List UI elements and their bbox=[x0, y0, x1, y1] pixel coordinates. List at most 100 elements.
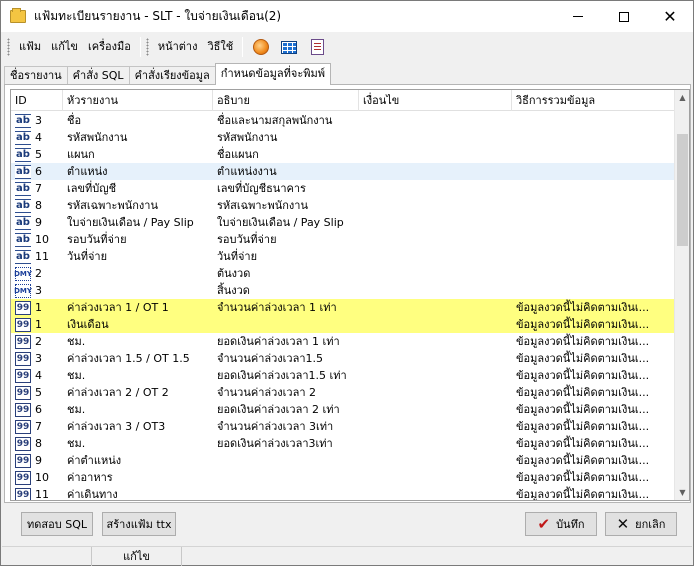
minimize-button[interactable] bbox=[555, 1, 601, 32]
text-field-icon: ab bbox=[15, 249, 31, 264]
cell-id: 99 3 bbox=[11, 350, 63, 367]
column-header-aggregation[interactable]: วิธีการรวมข้อมูล bbox=[512, 90, 676, 111]
table-row[interactable]: ab 4 รหัสพนักงาน รหัสพนักงาน bbox=[11, 129, 676, 146]
create-ttx-button[interactable]: สร้างแฟ้ม ttx bbox=[102, 512, 176, 536]
cell-id: ab 9 bbox=[11, 214, 63, 231]
cell-id: 99 7 bbox=[11, 418, 63, 435]
cell-title: ชม. bbox=[67, 335, 86, 348]
close-icon: ✕ bbox=[663, 7, 677, 26]
test-sql-button[interactable]: ทดสอบ SQL bbox=[21, 512, 93, 536]
cell-id: 99 4 bbox=[11, 367, 63, 384]
cell-title: รหัสเฉพาะพนักงาน bbox=[67, 199, 158, 212]
scroll-thumb[interactable] bbox=[677, 134, 688, 246]
column-header-id[interactable]: ID bbox=[11, 90, 63, 111]
tab-sql[interactable]: คำสั่ง SQL bbox=[66, 66, 130, 85]
cell-id: ab 5 bbox=[11, 146, 63, 163]
test-sql-label: ทดสอบ SQL bbox=[27, 518, 87, 531]
cell-id: 99 2 bbox=[11, 333, 63, 350]
save-button[interactable]: ✔ บันทึก bbox=[525, 512, 597, 536]
tab-report-name[interactable]: ชื่อรายงาน bbox=[4, 66, 68, 85]
cell-id: ab 10 bbox=[11, 231, 63, 248]
menu-file[interactable]: แฟ้ม bbox=[14, 37, 46, 57]
menu-toolbar: แฟ้ม แก้ไข เครื่องมือ หน้าต่าง วิธีใช้ bbox=[2, 33, 692, 61]
table-row[interactable]: 99 8 ชม. ยอดเงินค่าล่วงเวลา3เท่า ข้อมูลงวดนี… bbox=[11, 435, 676, 452]
window-title: แฟ้มทะเบียนรายงาน - SLT - ใบจ่ายเงินเดือ… bbox=[34, 9, 282, 23]
table-row[interactable]: ab 9 ใบจ่ายเงินเดือน / Pay Slip ใบจ่ายเงินเ… bbox=[11, 214, 676, 231]
status-panel-left bbox=[2, 547, 92, 566]
row-id: 1 bbox=[35, 301, 42, 314]
scroll-down-icon[interactable]: ▼ bbox=[675, 485, 689, 500]
table-row[interactable]: ab 7 เลขที่บัญชี เลขที่บัญชีธนาคาร bbox=[11, 180, 676, 197]
column-header-condition[interactable]: เงื่อนไข bbox=[359, 90, 512, 111]
number-field-icon: 99 bbox=[15, 368, 31, 383]
tab-sort[interactable]: คำสั่งเรียงข้อมูล bbox=[128, 66, 216, 85]
cell-description: รหัสพนักงาน bbox=[217, 131, 278, 144]
number-field-icon: 99 bbox=[15, 317, 31, 332]
table-row[interactable]: ab 3 ชื่อ ชื่อและนามสกุลพนักงาน bbox=[11, 112, 676, 129]
row-id: 3 bbox=[35, 352, 42, 365]
table-row[interactable]: ab 10 รอบวันที่จ่าย รอบวันที่จ่าย bbox=[11, 231, 676, 248]
menu-window[interactable]: หน้าต่าง bbox=[153, 37, 203, 57]
vertical-scrollbar[interactable]: ▲ ▼ bbox=[674, 90, 689, 500]
cell-title: วันที่จ่าย bbox=[67, 250, 108, 263]
row-id: 2 bbox=[35, 335, 42, 348]
cell-title: ค่าล่วงเวลา 1 / OT 1 bbox=[67, 301, 169, 314]
cell-description: สิ้นงวด bbox=[217, 284, 250, 297]
row-id: 4 bbox=[35, 369, 42, 382]
grid-button[interactable] bbox=[279, 37, 299, 57]
menu-help[interactable]: วิธีใช้ bbox=[202, 37, 238, 57]
table-row[interactable]: 99 10 ค่าอาหาร ข้อมูลงวดนี้ไม่คิดตามเงินเ..… bbox=[11, 469, 676, 486]
text-field-icon: ab bbox=[15, 232, 31, 247]
cell-title: รหัสพนักงาน bbox=[67, 131, 128, 144]
number-field-icon: 99 bbox=[15, 470, 31, 485]
tab-strip: ชื่อรายงาน คำสั่ง SQL คำสั่งเรียงข้อมูล … bbox=[4, 63, 332, 85]
scroll-up-icon[interactable]: ▲ bbox=[675, 90, 689, 105]
table-row[interactable]: ab 8 รหัสเฉพาะพนักงาน รหัสเฉพาะพนักงาน bbox=[11, 197, 676, 214]
row-id: 11 bbox=[35, 488, 49, 501]
orange-circle-button[interactable] bbox=[251, 37, 271, 57]
table-row[interactable]: 99 1 ค่าล่วงเวลา 1 / OT 1 จำนวนค่าล่วงเวลา … bbox=[11, 299, 676, 316]
cell-title: เลขที่บัญชี bbox=[67, 182, 117, 195]
report-button[interactable] bbox=[307, 37, 327, 57]
maximize-button[interactable] bbox=[601, 1, 647, 32]
table-row[interactable]: ab 5 แผนก ชื่อแผนก bbox=[11, 146, 676, 163]
fields-grid[interactable]: ID หัวรายงาน อธิบาย เงื่อนไข วิธีการรวมข… bbox=[10, 89, 690, 501]
cell-aggregation: ข้อมูลงวดนี้ไม่คิดตามเงินเ... bbox=[516, 420, 650, 433]
toolbar-grip[interactable] bbox=[145, 38, 149, 56]
cell-aggregation: ข้อมูลงวดนี้ไม่คิดตามเงินเ... bbox=[516, 488, 650, 501]
close-button[interactable]: ✕ bbox=[647, 1, 693, 32]
column-header-description[interactable]: อธิบาย bbox=[213, 90, 359, 111]
table-row[interactable]: DMY 2 ต้นงวด bbox=[11, 265, 676, 282]
cell-title: รอบวันที่จ่าย bbox=[67, 233, 127, 246]
cell-description: ยอดเงินค่าล่วงเวลา 1 เท่า bbox=[217, 335, 340, 348]
text-field-icon: ab bbox=[15, 181, 31, 196]
cell-id: DMY 2 bbox=[11, 265, 63, 282]
cell-aggregation: ข้อมูลงวดนี้ไม่คิดตามเงินเ... bbox=[516, 386, 650, 399]
cell-id: ab 7 bbox=[11, 180, 63, 197]
tab-print-fields[interactable]: กำหนดข้อมูลที่จะพิมพ์ bbox=[214, 63, 332, 85]
table-row[interactable]: 99 6 ชม. ยอดเงินค่าล่วงเวลา 2 เท่า ข้อมูลงวด… bbox=[11, 401, 676, 418]
table-row[interactable]: DMY 3 สิ้นงวด bbox=[11, 282, 676, 299]
cell-description: จำนวนค่าล่วงเวลา 3เท่า bbox=[217, 420, 334, 433]
text-field-icon: ab bbox=[15, 147, 31, 162]
table-row[interactable]: 99 7 ค่าล่วงเวลา 3 / OT3 จำนวนค่าล่วงเวลา 3… bbox=[11, 418, 676, 435]
column-header-title[interactable]: หัวรายงาน bbox=[63, 90, 213, 111]
table-row[interactable]: 99 2 ชม. ยอดเงินค่าล่วงเวลา 1 เท่า ข้อมูลงวด… bbox=[11, 333, 676, 350]
table-row[interactable]: 99 5 ค่าล่วงเวลา 2 / OT 2 จำนวนค่าล่วงเวลา … bbox=[11, 384, 676, 401]
text-field-icon: ab bbox=[15, 215, 31, 230]
toolbar-grip[interactable] bbox=[7, 38, 10, 56]
row-id: 10 bbox=[35, 471, 49, 484]
table-row[interactable]: 99 9 ค่าตำแหน่ง ข้อมูลงวดนี้ไม่คิดตามเงินเ.… bbox=[11, 452, 676, 469]
table-row[interactable]: ab 6 ตำแหน่ง ตำแหน่งงาน bbox=[11, 163, 676, 180]
table-row[interactable]: 99 4 ชม. ยอดเงินค่าล่วงเวลา1.5 เท่า ข้อมูลงว… bbox=[11, 367, 676, 384]
menu-edit[interactable]: แก้ไข bbox=[46, 37, 83, 57]
menu-tools[interactable]: เครื่องมือ bbox=[83, 37, 136, 57]
date-field-icon: DMY bbox=[14, 266, 32, 281]
table-row[interactable]: 99 3 ค่าล่วงเวลา 1.5 / OT 1.5 จำนวนค่าล่วงเ… bbox=[11, 350, 676, 367]
cancel-button[interactable]: ✕ ยกเลิก bbox=[605, 512, 677, 536]
cell-id: ab 4 bbox=[11, 129, 63, 146]
table-row[interactable]: 99 1 เงินเดือน ข้อมูลงวดนี้ไม่คิดตามเงินเ..… bbox=[11, 316, 676, 333]
cell-title: ชม. bbox=[67, 403, 86, 416]
table-row[interactable]: ab 11 วันที่จ่าย วันที่จ่าย bbox=[11, 248, 676, 265]
table-row[interactable]: 99 11 ค่าเดินทาง ข้อมูลงวดนี้ไม่คิดตามเงินเ… bbox=[11, 486, 676, 501]
